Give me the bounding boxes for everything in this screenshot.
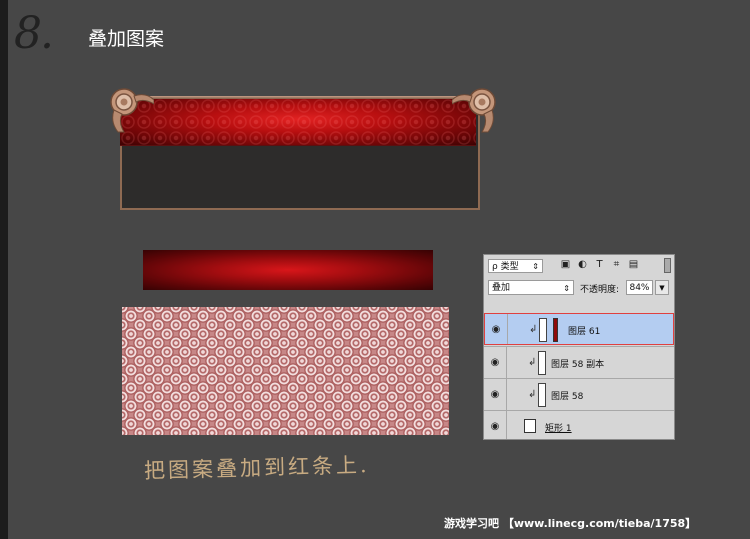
blend-mode-value: 叠加 bbox=[492, 283, 511, 293]
image-filter-icon[interactable]: ▣ bbox=[560, 259, 571, 270]
filter-icon-group: ▣ ◐ T ⌗ ▤ bbox=[560, 259, 639, 270]
decorative-frame-preview bbox=[100, 86, 500, 216]
cloud-pattern-swatch bbox=[122, 307, 449, 435]
chevron-updown-icon: ⇕ bbox=[532, 262, 539, 271]
layers-panel: ρ 类型 ⇕ ▣ ◐ T ⌗ ▤ 叠加 ⇕ 不透明度: 84% ▼ ◉ ↲ 图层… bbox=[483, 254, 675, 440]
site-watermark: 游戏学习吧 【www.linecg.com/tieba/1758】 bbox=[444, 517, 697, 530]
frame-gold-trim bbox=[126, 96, 470, 99]
layer-filter-label: ρ 类型 bbox=[492, 262, 519, 272]
opacity-input[interactable]: 84% bbox=[626, 280, 653, 295]
frame-cloud-ornament-left bbox=[110, 88, 154, 133]
opacity-label: 不透明度: bbox=[580, 285, 620, 295]
step-number: 8. bbox=[14, 8, 54, 59]
layer-thumbnail bbox=[538, 351, 546, 375]
shape-filter-icon[interactable]: ⌗ bbox=[611, 259, 622, 270]
visibility-column-divider bbox=[506, 379, 507, 410]
eye-icon[interactable]: ◉ bbox=[488, 356, 502, 370]
layer-row-58[interactable]: ◉ ↲ 图层 58 bbox=[484, 378, 674, 410]
text-filter-icon[interactable]: T bbox=[594, 259, 605, 270]
clipping-arrow-icon: ↲ bbox=[528, 357, 537, 368]
visibility-column-divider bbox=[506, 347, 507, 378]
layer-row-61[interactable]: ◉ ↲ 图层 61 bbox=[484, 313, 674, 345]
clipping-arrow-icon: ↲ bbox=[529, 324, 538, 335]
adjustment-filter-icon[interactable]: ◐ bbox=[577, 259, 588, 270]
clipping-arrow-icon: ↲ bbox=[528, 389, 537, 400]
shape-layer-icon bbox=[524, 419, 536, 433]
frame-red-band bbox=[120, 98, 476, 146]
layers-toolbar: ρ 类型 ⇕ ▣ ◐ T ⌗ ▤ 叠加 ⇕ 不透明度: 84% ▼ bbox=[484, 255, 674, 303]
left-edge-bar bbox=[0, 0, 8, 539]
layer-filter-dropdown[interactable]: ρ 类型 ⇕ bbox=[488, 259, 543, 273]
eye-icon[interactable]: ◉ bbox=[488, 388, 502, 402]
layer-thumbnail bbox=[539, 318, 547, 342]
handwritten-caption: 把图案叠加到红条上. bbox=[143, 453, 370, 483]
layer-name: 图层 58 副本 bbox=[551, 360, 605, 370]
visibility-column-divider bbox=[507, 314, 508, 344]
frame-cloud-ornament-right bbox=[452, 88, 496, 133]
smart-object-filter-icon[interactable]: ▤ bbox=[628, 259, 639, 270]
layer-name: 图层 61 bbox=[568, 327, 601, 337]
layer-mask-thumbnail bbox=[553, 318, 558, 342]
eye-icon[interactable]: ◉ bbox=[488, 420, 502, 434]
page-title: 叠加图案 bbox=[88, 28, 165, 50]
eye-icon[interactable]: ◉ bbox=[489, 323, 503, 337]
layer-row-rectangle-1[interactable]: ◉ 矩形 1 bbox=[484, 410, 674, 439]
blend-mode-dropdown[interactable]: 叠加 ⇕ bbox=[488, 280, 574, 295]
chevron-updown-icon: ⇕ bbox=[563, 284, 570, 293]
layer-name: 图层 58 bbox=[551, 392, 584, 402]
filter-toggle-switch[interactable] bbox=[664, 258, 671, 273]
opacity-dropdown-button[interactable]: ▼ bbox=[655, 280, 669, 295]
visibility-column-divider bbox=[506, 411, 507, 439]
layer-thumbnail bbox=[538, 383, 546, 407]
layer-name: 矩形 1 bbox=[545, 424, 572, 434]
red-gradient-strip bbox=[143, 250, 433, 290]
layer-row-58-copy[interactable]: ◉ ↲ 图层 58 副本 bbox=[484, 346, 674, 378]
